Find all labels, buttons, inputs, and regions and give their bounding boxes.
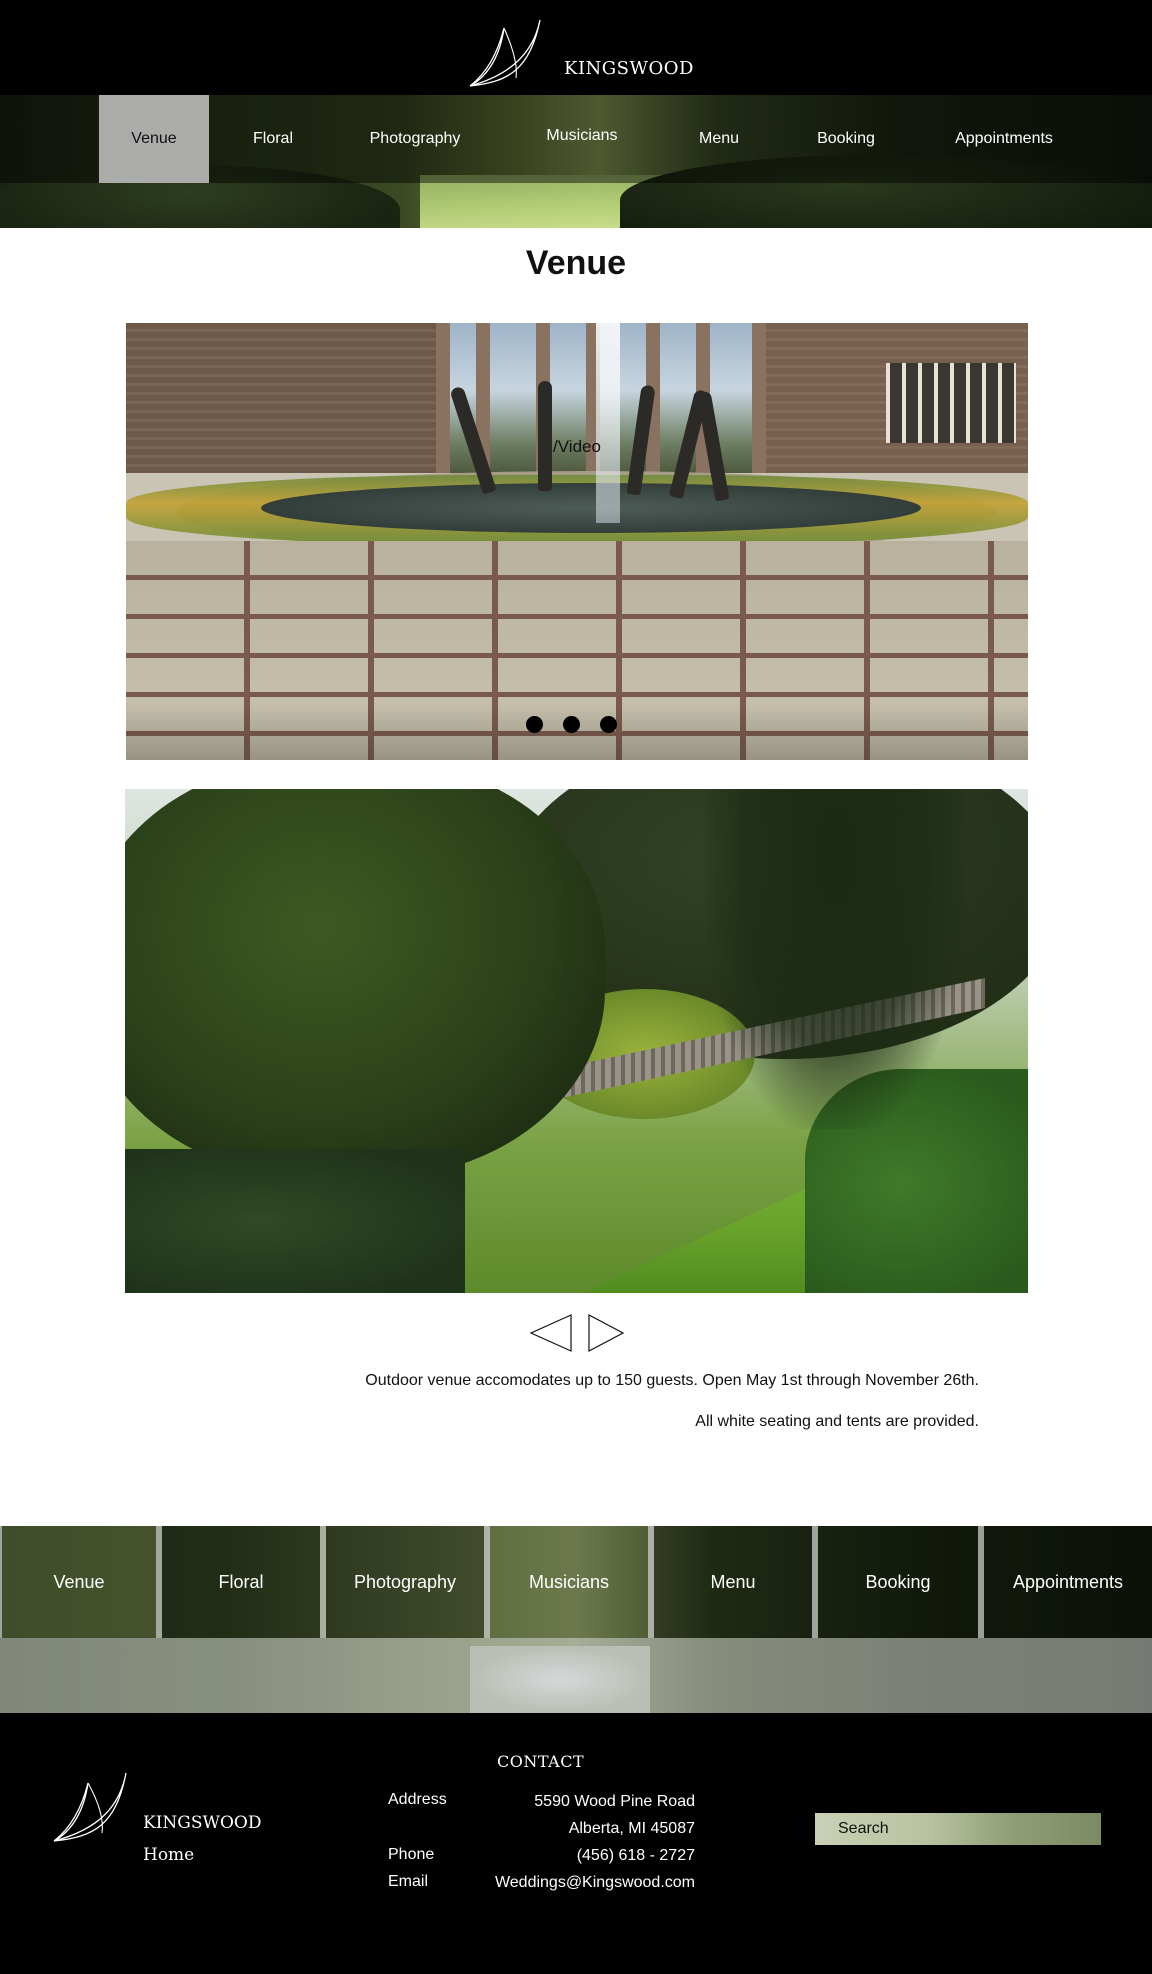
nav-item-venue[interactable]: Venue <box>99 95 209 183</box>
slide-branches <box>705 789 965 1129</box>
triangle-left-icon[interactable] <box>529 1313 573 1353</box>
slide-caption: /Video <box>553 437 601 456</box>
venue-description-capacity: Outdoor venue accomodates up to 150 gues… <box>365 1372 979 1389</box>
sail-logo-icon[interactable] <box>52 1769 144 1843</box>
address-line-2: Alberta, MI 45087 <box>568 1820 695 1837</box>
slide-windows <box>886 363 1016 443</box>
slide-dot-2[interactable] <box>563 716 580 733</box>
slide-dot-3[interactable] <box>600 716 617 733</box>
address-line-1: 5590 Wood Pine Road <box>534 1793 695 1810</box>
slide-dot-1[interactable] <box>526 716 543 733</box>
slide-arrows <box>529 1313 625 1353</box>
phone-label: Phone <box>388 1846 435 1863</box>
slide-pool <box>261 483 921 533</box>
bottom-nav-venue[interactable]: Venue <box>2 1526 156 1638</box>
slide-ivy <box>125 1149 465 1293</box>
venue-description-seating: All white seating and tents are provided… <box>695 1413 979 1430</box>
slide-statue <box>538 381 552 491</box>
slide-dots <box>526 716 617 733</box>
slideshow-image-garden[interactable] <box>125 789 1028 1293</box>
bottom-nav-menu[interactable]: Menu <box>654 1526 812 1638</box>
address-label: Address <box>388 1791 447 1808</box>
bottom-nav-photography[interactable]: Photography <box>326 1526 484 1638</box>
triangle-right-icon[interactable] <box>585 1313 629 1353</box>
nav-item-booking[interactable]: Booking <box>800 95 892 183</box>
nav-item-menu[interactable]: Menu <box>680 95 758 183</box>
email-label: Email <box>388 1873 429 1890</box>
phone-number[interactable]: (456) 618 - 2727 <box>440 1847 695 1865</box>
bottom-nav-banner: Venue Floral Photography Musicians Menu … <box>0 1526 1152 1713</box>
slide-tree-left <box>125 789 605 1179</box>
main-nav: Venue Floral Photography Musicians Menu … <box>0 95 1152 183</box>
brand-name: KINGSWOOD <box>564 58 694 79</box>
bottom-nav-booking[interactable]: Booking <box>818 1526 978 1638</box>
bottom-nav-musicians[interactable]: Musicians <box>490 1526 648 1638</box>
sail-logo-icon <box>469 19 541 87</box>
banner-fade <box>0 1638 1152 1713</box>
page-title: Venue <box>525 244 627 282</box>
header-logo[interactable]: KINGSWOOD <box>468 16 693 90</box>
bottom-nav-appointments[interactable]: Appointments <box>984 1526 1152 1638</box>
slideshow-image-fountain[interactable] <box>126 323 1028 760</box>
bottom-nav-floral[interactable]: Floral <box>162 1526 320 1638</box>
nav-item-photography[interactable]: Photography <box>355 95 475 183</box>
footer-home-link[interactable]: Home <box>143 1845 194 1865</box>
slide-fountain-spray <box>596 323 620 523</box>
contact-heading: CONTACT <box>497 1752 585 1771</box>
header-bar: KINGSWOOD <box>0 0 1152 95</box>
nav-item-appointments[interactable]: Appointments <box>944 95 1064 183</box>
nav-banner: Venue Floral Photography Musicians Menu … <box>0 95 1152 228</box>
email-address[interactable]: Weddings@Kingswood.com <box>440 1874 695 1892</box>
nav-item-musicians[interactable]: Musicians <box>527 95 637 180</box>
footer-brand-name: KINGSWOOD <box>143 1813 262 1833</box>
nav-item-floral[interactable]: Floral <box>232 95 314 183</box>
footer: KINGSWOOD Home CONTACT Address 5590 Wood… <box>0 1713 1152 1974</box>
search-input[interactable] <box>815 1813 1101 1845</box>
